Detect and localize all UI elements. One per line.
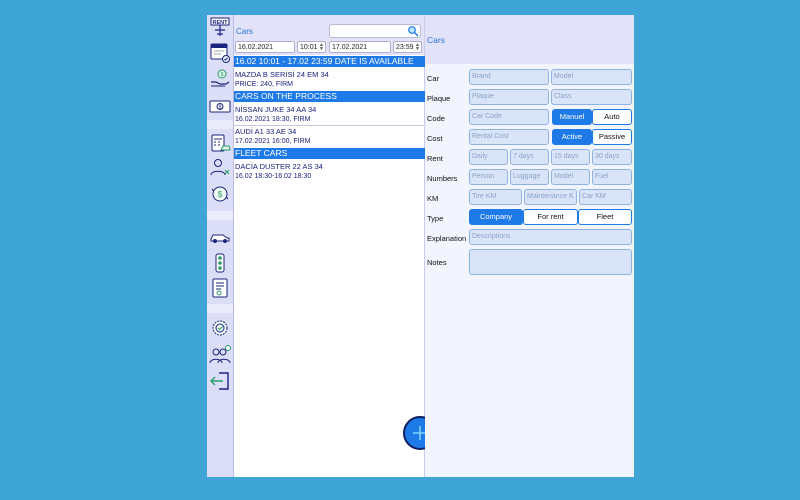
end-time-stepper-icon[interactable]: ▲ ▼: [415, 43, 420, 52]
cash-icon[interactable]: $: [209, 95, 231, 117]
code-label: Code: [427, 114, 445, 123]
search-box[interactable]: [329, 24, 421, 38]
car-label: Car: [427, 74, 440, 83]
calendar-check-icon[interactable]: [209, 41, 231, 63]
list-item-detail: PRICE: 240, FIRM: [235, 81, 293, 88]
luggage-field[interactable]: Luggage: [510, 169, 549, 185]
notes-label: Notes: [427, 258, 447, 267]
car-list-panel: Cars 16.02.2021 10:01 ▲ ▼ 17.02.2021 23:5…: [234, 15, 425, 477]
list-item-detail: 16.02 18:30-16.02 18:30: [235, 173, 312, 180]
end-time-field[interactable]: 23:59 ▲ ▼: [393, 41, 422, 53]
model-number-field[interactable]: Model: [551, 169, 590, 185]
list-item[interactable]: DACİA DUSTER 22 AS 34: [235, 162, 323, 171]
available-banner: 16.02 10:01 - 17.02 23:59 DATE IS AVAILA…: [234, 56, 425, 67]
search-input[interactable]: [330, 25, 410, 37]
sidebar-separator: [207, 120, 233, 129]
sidebar: RENT $ $ $: [207, 15, 234, 477]
rent-sign-icon[interactable]: RENT: [209, 16, 231, 38]
fleet-toggle[interactable]: Fleet: [578, 209, 632, 225]
list-divider: [234, 125, 424, 126]
svg-text:$: $: [218, 190, 223, 199]
company-toggle[interactable]: Company: [469, 209, 523, 225]
start-time-stepper-icon[interactable]: ▲ ▼: [319, 43, 324, 52]
daily-field[interactable]: Daily: [469, 149, 508, 165]
fleet-header: FLEET CARS: [234, 148, 425, 159]
brand-field[interactable]: Brand: [469, 69, 549, 85]
start-time-value: 10:01: [300, 44, 318, 51]
list-item-detail: 17.02.2021 16:00, FIRM: [235, 138, 311, 145]
settings-check-icon[interactable]: [209, 317, 231, 339]
maintenance-km-field[interactable]: Maintenance K: [524, 189, 577, 205]
list-title: Cars: [236, 27, 253, 36]
notes-field[interactable]: [469, 249, 632, 275]
15-days-field[interactable]: 15 days: [551, 149, 590, 165]
search-icon[interactable]: [407, 25, 419, 37]
fuel-field[interactable]: Fuel: [592, 169, 632, 185]
list-header: Cars 16.02.2021 10:01 ▲ ▼ 17.02.2021 23:5…: [234, 15, 424, 55]
type-label: Type: [427, 214, 444, 223]
list-item-detail: 16.02.2021 18:30, FIRM: [235, 116, 311, 123]
svg-text:$: $: [221, 72, 224, 78]
plaque-label: Plaque: [427, 94, 451, 103]
list-item[interactable]: AUDİ A1 33 AE 34: [235, 127, 296, 136]
7-days-field[interactable]: 7 days: [510, 149, 549, 165]
svg-text:$: $: [219, 105, 222, 111]
person-field[interactable]: Person: [469, 169, 508, 185]
model-field[interactable]: Model: [551, 69, 632, 85]
sidebar-separator: [207, 304, 233, 313]
money-hand-icon[interactable]: $: [209, 68, 231, 90]
currency-exchange-icon[interactable]: $: [209, 183, 231, 205]
tire-km-field[interactable]: Tire KM: [469, 189, 522, 205]
passive-toggle[interactable]: Passive: [592, 129, 632, 145]
process-header: CARS ON THE PROCESS: [234, 91, 425, 102]
rent-label: Rent: [427, 154, 443, 163]
auto-toggle[interactable]: Auto: [592, 109, 632, 125]
car-form-panel: Cars Car Brand Model Plaque Plaque Class…: [425, 15, 634, 477]
users-add-icon[interactable]: [209, 344, 231, 366]
end-time-value: 23:59: [396, 44, 414, 51]
logout-icon[interactable]: [209, 370, 231, 392]
cost-label: Cost: [427, 134, 443, 143]
calculator-car-icon[interactable]: [209, 132, 231, 154]
car-km-field[interactable]: Car KM: [579, 189, 632, 205]
km-label: KM: [427, 194, 439, 203]
list-item[interactable]: NİSSAN JUKE 34 AA 34: [235, 105, 316, 114]
svg-text:RENT: RENT: [213, 20, 229, 26]
app-window: RENT $ $ $ Cars 16.02.2021 10:01 ▲ ▼ 17.…: [207, 15, 634, 477]
car-icon[interactable]: [209, 225, 231, 247]
list-item[interactable]: MAZDA B SERİSİ 24 EM 34: [235, 70, 329, 79]
end-date-field[interactable]: 17.02.2021: [329, 41, 391, 53]
descriptions-field[interactable]: Descriptions: [469, 229, 632, 245]
numbers-label: Numbers: [427, 174, 458, 183]
30-days-field[interactable]: 30 days: [592, 149, 632, 165]
car-code-field[interactable]: Car Code: [469, 109, 549, 125]
class-field[interactable]: Class: [551, 89, 632, 105]
sidebar-separator: [207, 211, 233, 220]
active-toggle[interactable]: Active: [552, 129, 592, 145]
traffic-light-icon[interactable]: [209, 252, 231, 274]
user-swap-icon[interactable]: [209, 157, 231, 179]
plaque-field[interactable]: Plaque: [469, 89, 549, 105]
for-rent-toggle[interactable]: For rent: [523, 209, 578, 225]
document-list-icon[interactable]: [209, 277, 231, 299]
start-time-field[interactable]: 10:01 ▲ ▼: [297, 41, 326, 53]
manual-toggle[interactable]: Manuel: [552, 109, 592, 125]
explanation-label: Explanation: [427, 234, 467, 243]
rental-cost-field[interactable]: Rental Cost: [469, 129, 549, 145]
start-date-field[interactable]: 16.02.2021: [235, 41, 295, 53]
form-title: Cars: [427, 35, 445, 45]
form-header: Cars: [425, 15, 634, 64]
